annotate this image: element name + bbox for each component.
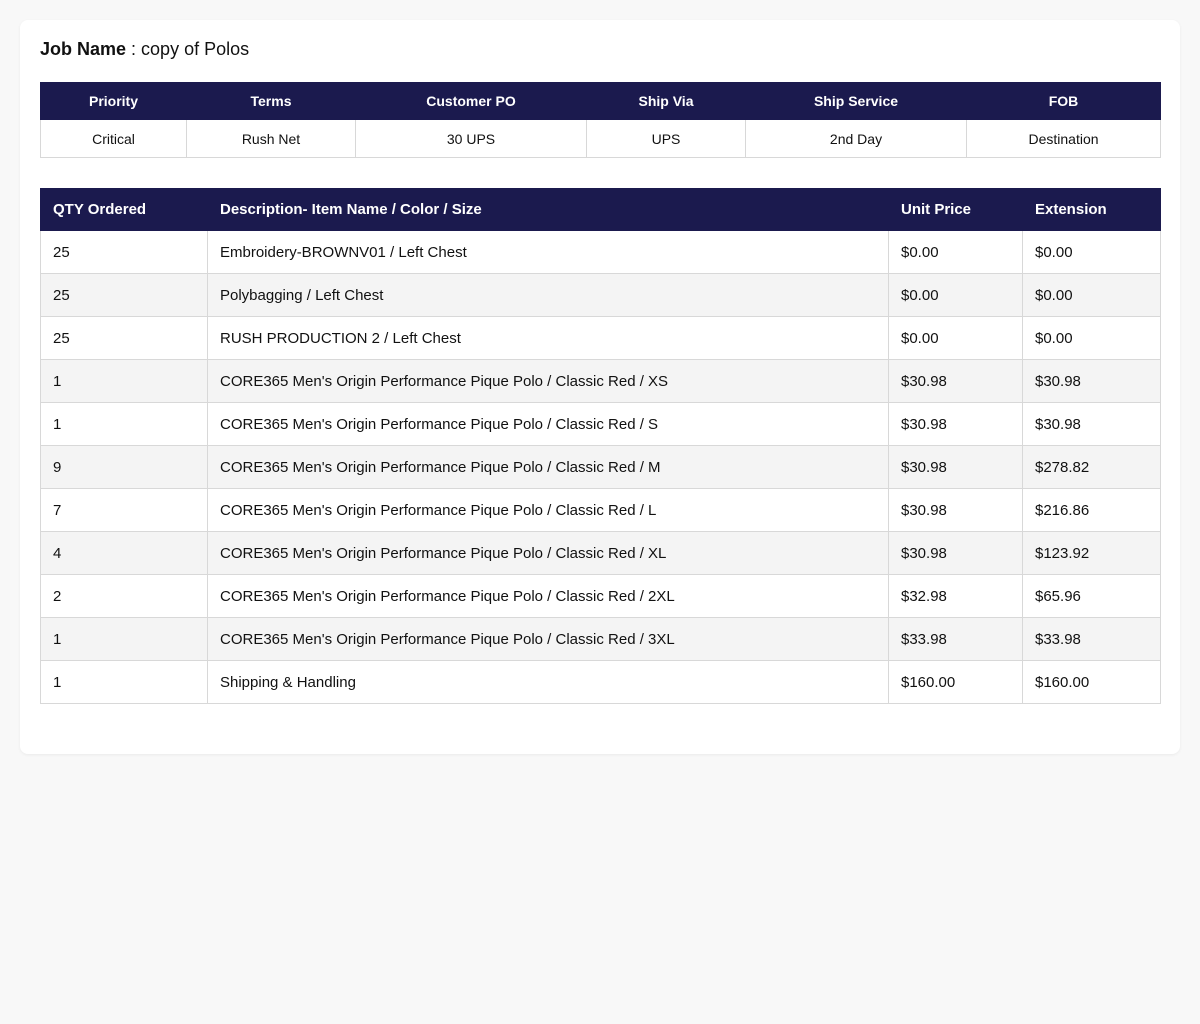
extension-cell: $30.98 [1022,402,1161,446]
qty-cell: 9 [40,445,208,489]
unit-price-cell: $0.00 [888,316,1023,360]
description-cell: Polybagging / Left Chest [207,273,889,317]
summary-header-ship-via: Ship Via [586,82,746,120]
table-row: 1 CORE365 Men's Origin Performance Pique… [40,617,1161,661]
qty-cell: 1 [40,617,208,661]
extension-cell: $123.92 [1022,531,1161,575]
description-cell: CORE365 Men's Origin Performance Pique P… [207,531,889,575]
qty-cell: 25 [40,230,208,274]
table-row: 25 Polybagging / Left Chest $0.00 $0.00 [40,273,1161,317]
unit-price-cell: $32.98 [888,574,1023,618]
qty-cell: 4 [40,531,208,575]
summary-value-row: Critical Rush Net 30 UPS UPS 2nd Day Des… [40,119,1161,158]
extension-cell: $30.98 [1022,359,1161,403]
job-name-value: copy of Polos [141,39,250,59]
summary-value-priority: Critical [40,119,187,158]
table-row: 25 Embroidery-BROWNV01 / Left Chest $0.0… [40,230,1161,274]
summary-header-row: Priority Terms Customer PO Ship Via Ship… [40,82,1161,120]
qty-cell: 2 [40,574,208,618]
summary-value-ship-via: UPS [586,119,746,158]
summary-value-ship-service: 2nd Day [745,119,967,158]
unit-price-cell: $30.98 [888,531,1023,575]
items-header-description: Description- Item Name / Color / Size [207,188,889,231]
summary-header-priority: Priority [40,82,187,120]
items-header-unit-price: Unit Price [888,188,1023,231]
description-cell: CORE365 Men's Origin Performance Pique P… [207,617,889,661]
description-cell: CORE365 Men's Origin Performance Pique P… [207,402,889,446]
description-cell: CORE365 Men's Origin Performance Pique P… [207,574,889,618]
summary-header-customer-po: Customer PO [355,82,587,120]
job-name-line: Job Name : copy of Polos [40,38,249,60]
qty-cell: 1 [40,359,208,403]
items-header-extension: Extension [1022,188,1161,231]
job-name-label: Job Name [40,39,127,59]
description-cell: Shipping & Handling [207,660,889,704]
table-row: 9 CORE365 Men's Origin Performance Pique… [40,445,1161,489]
unit-price-cell: $160.00 [888,660,1023,704]
summary-header-ship-service: Ship Service [745,82,967,120]
unit-price-cell: $30.98 [888,359,1023,403]
extension-cell: $0.00 [1022,316,1161,360]
items-header-row: QTY Ordered Description- Item Name / Col… [40,188,1161,231]
description-cell: Embroidery-BROWNV01 / Left Chest [207,230,889,274]
qty-cell: 25 [40,316,208,360]
description-cell: RUSH PRODUCTION 2 / Left Chest [207,316,889,360]
qty-cell: 7 [40,488,208,532]
table-row: 1 CORE365 Men's Origin Performance Pique… [40,359,1161,403]
unit-price-cell: $0.00 [888,273,1023,317]
description-cell: CORE365 Men's Origin Performance Pique P… [207,445,889,489]
unit-price-cell: $33.98 [888,617,1023,661]
extension-cell: $0.00 [1022,230,1161,274]
qty-cell: 1 [40,402,208,446]
unit-price-cell: $30.98 [888,445,1023,489]
description-cell: CORE365 Men's Origin Performance Pique P… [207,488,889,532]
summary-value-terms: Rush Net [186,119,356,158]
description-cell: CORE365 Men's Origin Performance Pique P… [207,359,889,403]
extension-cell: $33.98 [1022,617,1161,661]
extension-cell: $278.82 [1022,445,1161,489]
extension-cell: $160.00 [1022,660,1161,704]
unit-price-cell: $0.00 [888,230,1023,274]
job-name-separator: : [126,39,142,59]
summary-header-fob: FOB [966,82,1161,120]
unit-price-cell: $30.98 [888,488,1023,532]
summary-value-fob: Destination [966,119,1161,158]
qty-cell: 1 [40,660,208,704]
extension-cell: $65.96 [1022,574,1161,618]
table-row: 1 CORE365 Men's Origin Performance Pique… [40,402,1161,446]
items-header-qty: QTY Ordered [40,188,208,231]
qty-cell: 25 [40,273,208,317]
line-items-table: QTY Ordered Description- Item Name / Col… [40,188,1161,704]
table-row: 1 Shipping & Handling $160.00 $160.00 [40,660,1161,704]
table-row: 4 CORE365 Men's Origin Performance Pique… [40,531,1161,575]
table-row: 7 CORE365 Men's Origin Performance Pique… [40,488,1161,532]
order-card: Job Name : copy of Polos Priority Terms … [20,20,1180,754]
table-row: 2 CORE365 Men's Origin Performance Pique… [40,574,1161,618]
order-summary-table: Priority Terms Customer PO Ship Via Ship… [40,82,1161,158]
extension-cell: $0.00 [1022,273,1161,317]
unit-price-cell: $30.98 [888,402,1023,446]
summary-value-customer-po: 30 UPS [355,119,587,158]
summary-header-terms: Terms [186,82,356,120]
table-row: 25 RUSH PRODUCTION 2 / Left Chest $0.00 … [40,316,1161,360]
extension-cell: $216.86 [1022,488,1161,532]
